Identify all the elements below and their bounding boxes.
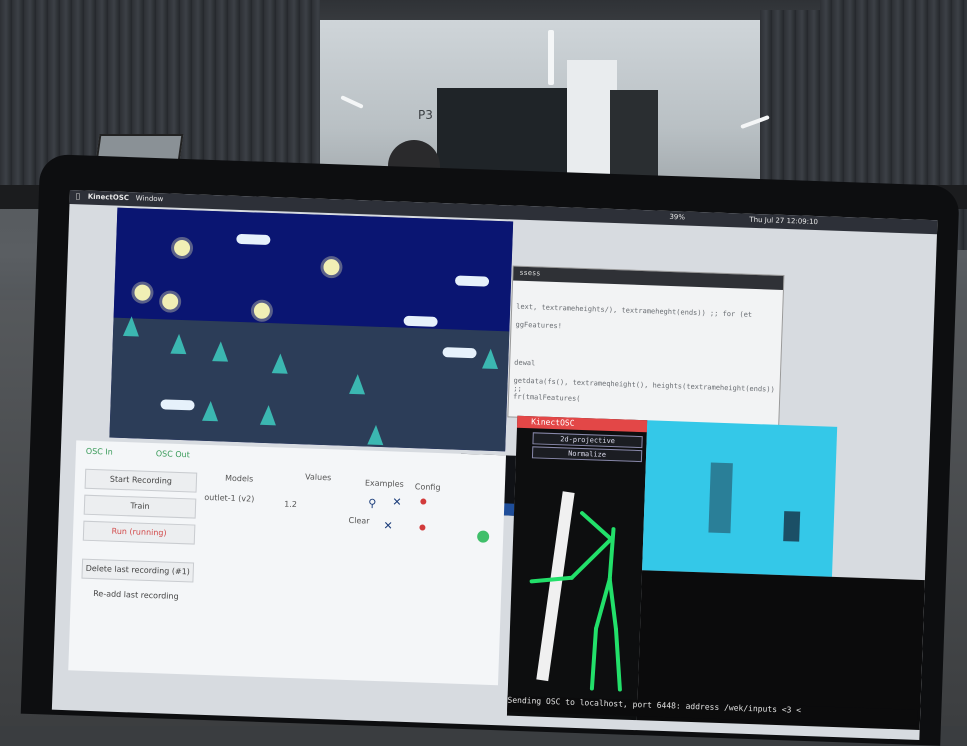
code-editor-window[interactable]: ssess lext, textrameheights/), textrameh… (507, 265, 785, 427)
close-icon[interactable]: ✕ (392, 495, 402, 508)
tree-icon (122, 315, 140, 337)
run-indicator[interactable] (476, 530, 490, 543)
code-line: lext, textrameheights/), textrameheght(e… (516, 302, 753, 319)
tree-icon (202, 400, 219, 422)
code-line: fr(tmalFeatures( (512, 392, 581, 403)
osc-out-status: OSC Out (155, 449, 191, 460)
night-sky (113, 207, 514, 332)
record-indicator[interactable] (420, 498, 427, 505)
cloud-icon (403, 315, 438, 327)
tree-icon (349, 373, 366, 395)
code-title-bar: ssess (513, 266, 784, 290)
code-line: ggFeatures! (515, 320, 563, 331)
ground-area (109, 317, 510, 452)
config-header: Config (414, 482, 441, 493)
laptop-screen:  KinectOSC Window 39% Thu Jul 27 12:09:… (51, 190, 938, 740)
readd-recording-button[interactable]: Re-add last recording (81, 585, 192, 607)
run-button[interactable]: Run (running) (82, 520, 196, 545)
tree-icon (212, 341, 229, 362)
projective-button[interactable]: 2d-projective (532, 432, 643, 449)
room-sign: P3 (418, 108, 433, 122)
tree-icon (482, 348, 499, 370)
game-window[interactable] (109, 207, 514, 452)
kinect-window[interactable]: KinectOSC 2d-projective Normalize (506, 415, 648, 721)
tree-icon (367, 424, 384, 446)
close-icon[interactable]: ✕ (383, 519, 393, 532)
battery-status: 39% (669, 212, 686, 222)
depth-camera-view (642, 420, 838, 577)
skeleton-figure (529, 511, 622, 692)
model-value[interactable]: 1.2 (284, 500, 297, 509)
app-menu[interactable]: KinectOSC (88, 193, 129, 202)
apple-icon[interactable]:  (76, 192, 80, 200)
cloud-icon (454, 275, 490, 287)
search-icon[interactable]: ⚲ (368, 497, 377, 510)
models-header: Models (224, 473, 254, 484)
tree-icon (259, 404, 277, 426)
model-row[interactable]: outlet-1 (v2) (204, 493, 254, 504)
window-menu[interactable]: Window (136, 194, 164, 203)
osc-in-status: OSC In (85, 446, 113, 457)
examples-header: Examples (364, 478, 404, 489)
cloud-icon (160, 399, 195, 411)
delete-recording-button[interactable]: Delete last recording (#1) (81, 558, 195, 583)
code-title: ssess (519, 268, 541, 278)
person-silhouette (708, 462, 733, 534)
values-header: Values (304, 472, 332, 483)
kinect-title: KinectOSC (531, 417, 575, 428)
cloud-icon (236, 233, 271, 246)
tree-icon (271, 353, 289, 374)
chair-silhouette (783, 511, 801, 542)
start-recording-button[interactable]: Start Recording (84, 468, 198, 493)
wekinator-panel: OSC In OSC Out Start Recording Train Run… (68, 440, 507, 686)
clear-label[interactable]: Clear (348, 516, 369, 526)
ceiling-light (548, 30, 554, 85)
clock: Thu Jul 27 12:09:10 (749, 215, 819, 227)
train-button[interactable]: Train (83, 494, 197, 519)
cloud-icon (442, 347, 477, 359)
code-line: dewal (514, 358, 536, 368)
tree-icon (170, 333, 188, 355)
record-indicator[interactable] (419, 524, 426, 531)
